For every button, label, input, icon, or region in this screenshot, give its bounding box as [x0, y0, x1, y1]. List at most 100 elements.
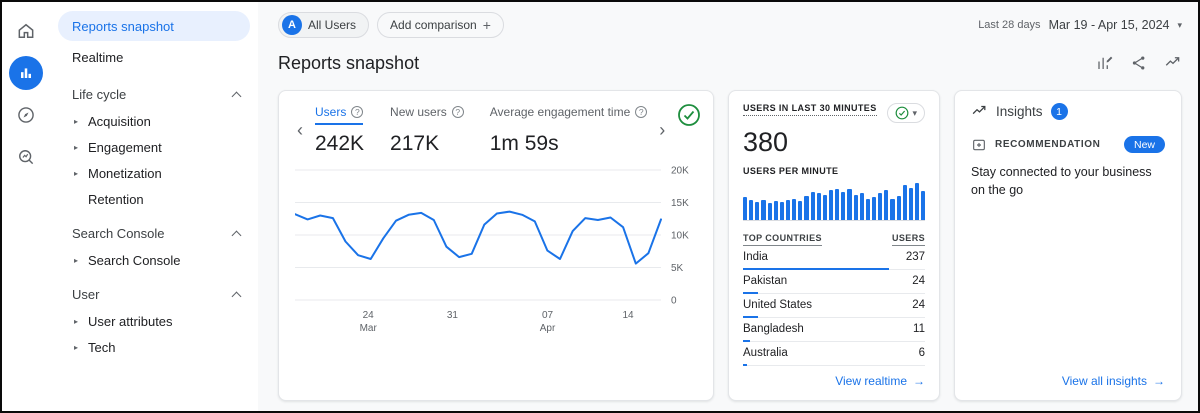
- top-countries-header: TOP COUNTRIES USERS: [743, 233, 925, 246]
- users-line-chart: 20K15K10K5K024Mar3107Apr14: [295, 160, 697, 350]
- metric-tab-new-users[interactable]: New users ? 217K: [390, 103, 464, 156]
- date-range-picker[interactable]: Last 28 days Mar 19 - Apr 15, 2024 ▾: [978, 18, 1182, 32]
- page-title: Reports snapshot: [278, 53, 419, 74]
- arrow-right-icon: →: [1153, 374, 1165, 388]
- overview-card: ‹ Users ? 242K New users ?: [278, 90, 714, 401]
- country-row: Australia 6: [743, 342, 925, 366]
- segment-bar: A All Users Add comparison + Last 28 day…: [278, 10, 1182, 40]
- country-row: India 237: [743, 246, 925, 270]
- add-comparison-chip[interactable]: Add comparison +: [377, 12, 504, 38]
- chevron-up-icon: [232, 292, 242, 302]
- main-content: A All Users Add comparison + Last 28 day…: [258, 2, 1198, 411]
- country-users: 24: [912, 275, 925, 287]
- country-row: Pakistan 24: [743, 270, 925, 294]
- sidebar-item-retention[interactable]: ▸ Retention: [50, 186, 258, 212]
- share-icon[interactable]: [1130, 54, 1148, 72]
- insights-icon[interactable]: [1164, 54, 1182, 72]
- minute-bar: [829, 190, 833, 220]
- users-per-minute-label: USERS PER MINUTE: [743, 166, 925, 176]
- metric-value: 217K: [390, 132, 464, 156]
- minute-bar: [761, 200, 765, 220]
- sidebar-section-life-cycle[interactable]: Life cycle: [50, 73, 258, 108]
- metric-label: Average engagement time: [490, 105, 631, 119]
- data-quality-check-icon[interactable]: [677, 103, 701, 127]
- sidebar-item-engagement[interactable]: ▸ Engagement: [50, 134, 258, 160]
- sidebar-item-label: Realtime: [72, 50, 123, 65]
- metric-tab-avg-engagement-time[interactable]: Average engagement time ? 1m 59s: [490, 103, 648, 156]
- sidebar-item-label: Search Console: [88, 253, 181, 268]
- users-per-minute-chart: [743, 181, 925, 221]
- all-users-label: All Users: [308, 18, 356, 32]
- sidebar-item-label: Engagement: [88, 140, 162, 155]
- title-row: Reports snapshot: [278, 48, 1182, 78]
- minute-bar: [872, 197, 876, 220]
- home-icon[interactable]: [9, 14, 43, 48]
- insights-card: Insights 1 RECOMMENDATION New Stay conne…: [954, 90, 1182, 401]
- caret-down-icon: ▾: [912, 108, 917, 119]
- plus-icon: +: [483, 17, 491, 33]
- info-icon[interactable]: ?: [351, 106, 363, 118]
- country-bar: [743, 364, 747, 366]
- arrow-right-icon: →: [913, 374, 925, 388]
- minute-bar: [915, 183, 919, 220]
- app-rail: [2, 2, 50, 411]
- section-header-label: Search Console: [72, 226, 165, 241]
- minute-bar: [804, 196, 808, 220]
- minute-bar: [792, 199, 796, 220]
- country-row: Bangladesh 11: [743, 318, 925, 342]
- minute-bar: [817, 193, 821, 220]
- minute-bar: [755, 202, 759, 220]
- svg-text:14: 14: [622, 310, 634, 321]
- next-metrics-chevron[interactable]: ›: [657, 121, 667, 139]
- customize-report-icon[interactable]: [1096, 54, 1114, 72]
- minute-bar: [897, 196, 901, 220]
- expand-arrow-icon: ▸: [74, 143, 88, 152]
- date-range-preset: Last 28 days: [978, 19, 1040, 31]
- reports-icon[interactable]: [9, 56, 43, 90]
- section-header-label: User: [72, 287, 99, 302]
- chevron-up-icon: [232, 231, 242, 241]
- realtime-users-value: 380: [743, 127, 925, 158]
- metric-label: New users: [390, 105, 447, 119]
- sidebar-item-realtime[interactable]: Realtime: [58, 42, 250, 72]
- advertising-icon[interactable]: [9, 140, 43, 174]
- insights-title: Insights: [996, 104, 1043, 119]
- svg-text:20K: 20K: [671, 166, 689, 177]
- country-users: 11: [913, 323, 925, 335]
- info-icon[interactable]: ?: [635, 106, 647, 118]
- svg-text:24: 24: [363, 310, 375, 321]
- view-all-insights-link[interactable]: View all insights →: [1062, 366, 1165, 388]
- explore-icon[interactable]: [9, 98, 43, 132]
- minute-bar: [835, 189, 839, 220]
- analytics-app: Reports snapshot Realtime Life cycle ▸ A…: [0, 0, 1200, 413]
- minute-bar: [786, 200, 790, 220]
- sidebar-item-acquisition[interactable]: ▸ Acquisition: [50, 108, 258, 134]
- sidebar-item-tech[interactable]: ▸ Tech: [50, 334, 258, 360]
- country-users: 6: [919, 347, 925, 359]
- realtime-card: USERS IN LAST 30 MINUTES ▾ 380 USERS PER…: [728, 90, 940, 401]
- sidebar-item-user-attributes[interactable]: ▸ User attributes: [50, 308, 258, 334]
- info-icon[interactable]: ?: [452, 106, 464, 118]
- sidebar-item-label: Acquisition: [88, 114, 151, 129]
- realtime-status-dropdown[interactable]: ▾: [887, 103, 925, 123]
- sidebar-item-label: Reports snapshot: [72, 19, 174, 34]
- all-users-chip[interactable]: A All Users: [278, 12, 369, 38]
- sidebar-item-search-console[interactable]: ▸ Search Console: [50, 247, 258, 273]
- sidebar-item-reports-snapshot[interactable]: Reports snapshot: [58, 11, 250, 41]
- date-range-value: Mar 19 - Apr 15, 2024: [1049, 18, 1170, 32]
- minute-bar: [811, 192, 815, 220]
- view-realtime-link[interactable]: View realtime →: [835, 366, 925, 388]
- sidebar-section-user[interactable]: User: [50, 273, 258, 308]
- metric-tab-users[interactable]: Users ? 242K: [315, 103, 364, 156]
- realtime-title: USERS IN LAST 30 MINUTES: [743, 103, 877, 116]
- minute-bar: [768, 203, 772, 220]
- svg-text:Mar: Mar: [360, 323, 378, 334]
- sidebar-section-search-console[interactable]: Search Console: [50, 212, 258, 247]
- metric-tabs: Users ? 242K New users ? 217K: [315, 103, 647, 156]
- prev-metrics-chevron[interactable]: ‹: [295, 121, 305, 139]
- new-badge: New: [1124, 136, 1165, 153]
- metric-value: 1m 59s: [490, 132, 648, 156]
- sidebar-item-monetization[interactable]: ▸ Monetization: [50, 160, 258, 186]
- insights-spark-icon: [971, 103, 988, 120]
- countries-column-label: TOP COUNTRIES: [743, 233, 822, 246]
